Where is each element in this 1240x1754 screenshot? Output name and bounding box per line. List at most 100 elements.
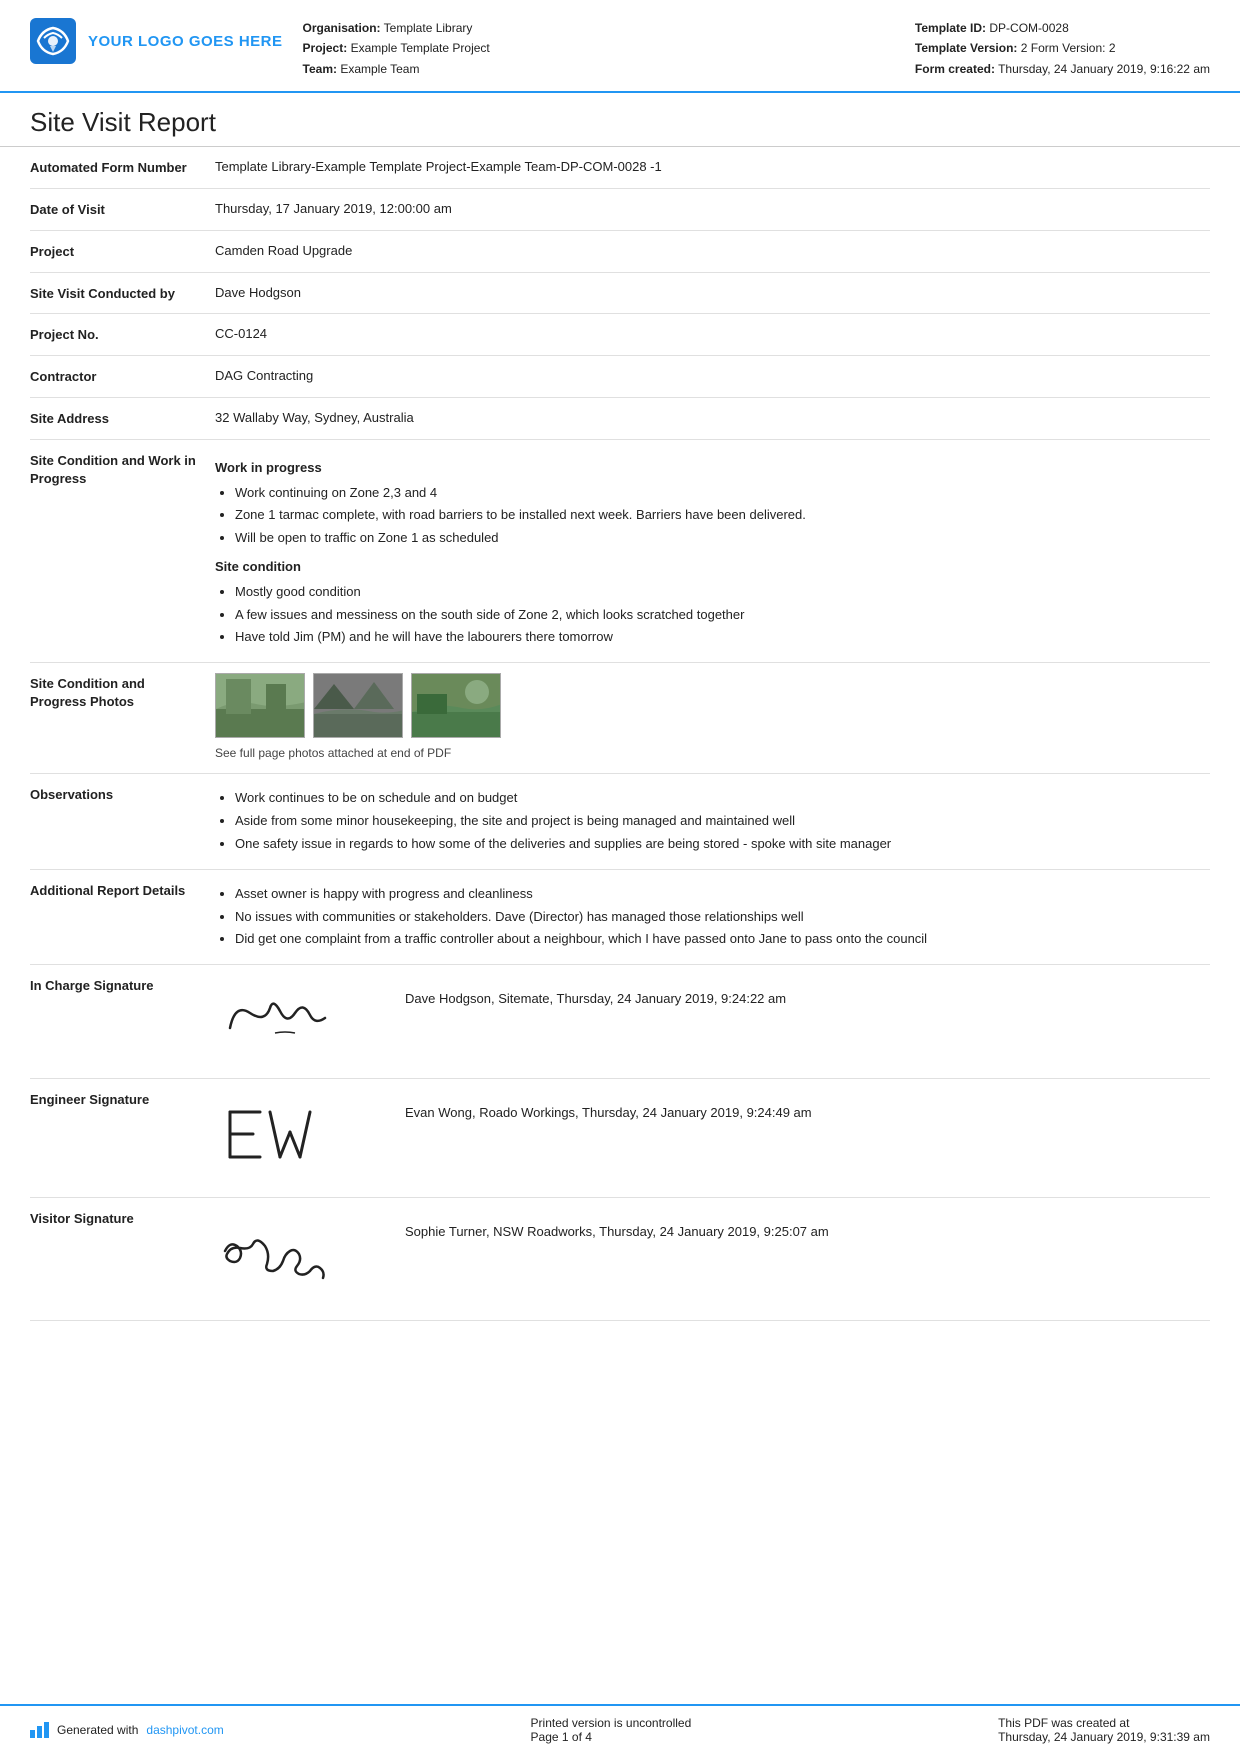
engineer-sig-row: Engineer Signature bbox=[30, 1079, 1210, 1198]
photos-row: Site Condition and Progress Photos bbox=[30, 663, 1210, 774]
bar1 bbox=[30, 1730, 35, 1738]
automated-form-number-value: Template Library-Example Template Projec… bbox=[215, 157, 1210, 178]
photo-thumbnails bbox=[215, 673, 1210, 738]
list-item: One safety issue in regards to how some … bbox=[235, 834, 1210, 855]
page-label: Page bbox=[531, 1730, 562, 1744]
list-item: Asset owner is happy with progress and c… bbox=[235, 884, 1210, 905]
photos-label: Site Condition and Progress Photos bbox=[30, 673, 215, 711]
visitor-sig-image bbox=[215, 1216, 375, 1303]
list-item: A few issues and messiness on the south … bbox=[235, 605, 1210, 626]
in-charge-sig-label: In Charge Signature bbox=[30, 975, 215, 995]
template-version-label: Template Version: bbox=[915, 41, 1017, 55]
engineer-sig-block: Evan Wong, Roado Workings, Thursday, 24 … bbox=[215, 1089, 1210, 1187]
template-version-value: 2 bbox=[1021, 41, 1028, 55]
site-address-row: Site Address 32 Wallaby Way, Sydney, Aus… bbox=[30, 398, 1210, 440]
page-number: Page 1 of 4 bbox=[531, 1730, 692, 1744]
photo-thumbnail-1 bbox=[215, 673, 305, 738]
visitor-sig-text: Sophie Turner, NSW Roadworks, Thursday, … bbox=[405, 1222, 829, 1243]
form-created-label: Form created: bbox=[915, 62, 995, 76]
org-value: Template Library bbox=[384, 21, 473, 35]
list-item: Zone 1 tarmac complete, with road barrie… bbox=[235, 505, 1210, 526]
dashpivot-link[interactable]: dashpivot.com bbox=[146, 1723, 223, 1737]
project-field-label: Project bbox=[30, 241, 215, 261]
header-meta: Organisation: Template Library Project: … bbox=[303, 18, 895, 79]
photo-thumbnail-2 bbox=[313, 673, 403, 738]
photos-caption: See full page photos attached at end of … bbox=[215, 744, 1210, 763]
engineer-sig-text: Evan Wong, Roado Workings, Thursday, 24 … bbox=[405, 1103, 812, 1124]
site-visit-conducted-label: Site Visit Conducted by bbox=[30, 283, 215, 303]
automated-form-number-label: Automated Form Number bbox=[30, 157, 215, 177]
additional-list: Asset owner is happy with progress and c… bbox=[235, 884, 1210, 950]
project-no-label: Project No. bbox=[30, 324, 215, 344]
project-no-value: CC-0124 bbox=[215, 324, 1210, 345]
in-charge-sig-block: Dave Hodgson, Sitemate, Thursday, 24 Jan… bbox=[215, 975, 1210, 1068]
list-item: Work continues to be on schedule and on … bbox=[235, 788, 1210, 809]
dashpivot-icon bbox=[30, 1722, 49, 1738]
engineer-sig-label: Engineer Signature bbox=[30, 1089, 215, 1109]
form-created-value: Thursday, 24 January 2019, 9:16:22 am bbox=[998, 62, 1210, 76]
date-of-visit-label: Date of Visit bbox=[30, 199, 215, 219]
template-id-label: Template ID: bbox=[915, 21, 986, 35]
contractor-label: Contractor bbox=[30, 366, 215, 386]
site-address-label: Site Address bbox=[30, 408, 215, 428]
list-item: No issues with communities or stakeholde… bbox=[235, 907, 1210, 928]
list-item: Aside from some minor housekeeping, the … bbox=[235, 811, 1210, 832]
list-item: Work continuing on Zone 2,3 and 4 bbox=[235, 483, 1210, 504]
additional-report-value: Asset owner is happy with progress and c… bbox=[215, 880, 1210, 954]
site-condition-value: Work in progress Work continuing on Zone… bbox=[215, 450, 1210, 652]
site-address-value: 32 Wallaby Way, Sydney, Australia bbox=[215, 408, 1210, 429]
in-charge-sig-text: Dave Hodgson, Sitemate, Thursday, 24 Jan… bbox=[405, 989, 786, 1010]
site-condition-row: Site Condition and Work in Progress Work… bbox=[30, 440, 1210, 663]
uncontrolled-text: Printed version is uncontrolled bbox=[531, 1716, 692, 1730]
automated-form-number-row: Automated Form Number Template Library-E… bbox=[30, 147, 1210, 189]
footer-logo: Generated with dashpivot.com bbox=[30, 1722, 224, 1738]
project-label: Project: bbox=[303, 41, 348, 55]
page-header: YOUR LOGO GOES HERE Organisation: Templa… bbox=[0, 0, 1240, 93]
form-version-label: Form Version: bbox=[1031, 41, 1106, 55]
observations-value: Work continues to be on schedule and on … bbox=[215, 784, 1210, 858]
engineer-sig-image bbox=[215, 1097, 375, 1179]
page-title: Site Visit Report bbox=[0, 93, 1240, 147]
visitor-sig-label: Visitor Signature bbox=[30, 1208, 215, 1228]
in-charge-sig-value: Dave Hodgson, Sitemate, Thursday, 24 Jan… bbox=[215, 975, 1210, 1068]
date-of-visit-row: Date of Visit Thursday, 17 January 2019,… bbox=[30, 189, 1210, 231]
visitor-sig-row: Visitor Signature Sophie Turner, NSW Roa… bbox=[30, 1198, 1210, 1322]
photos-value: See full page photos attached at end of … bbox=[215, 673, 1210, 763]
pdf-created-value: Thursday, 24 January 2019, 9:31:39 am bbox=[998, 1730, 1210, 1744]
observations-row: Observations Work continues to be on sch… bbox=[30, 774, 1210, 869]
site-condition-heading1: Work in progress bbox=[215, 458, 1210, 479]
project-row: Project Camden Road Upgrade bbox=[30, 231, 1210, 273]
header-right: Template ID: DP-COM-0028 Template Versio… bbox=[915, 18, 1210, 79]
team-value: Example Team bbox=[340, 62, 419, 76]
in-charge-sig-row: In Charge Signature Dave Hodgson, Sitema… bbox=[30, 965, 1210, 1079]
site-condition-list2: Mostly good condition A few issues and m… bbox=[235, 582, 1210, 648]
visitor-sig-block: Sophie Turner, NSW Roadworks, Thursday, … bbox=[215, 1208, 1210, 1311]
list-item: Mostly good condition bbox=[235, 582, 1210, 603]
visitor-sig-value: Sophie Turner, NSW Roadworks, Thursday, … bbox=[215, 1208, 1210, 1311]
logo-area: YOUR LOGO GOES HERE bbox=[30, 18, 283, 64]
site-visit-conducted-row: Site Visit Conducted by Dave Hodgson bbox=[30, 273, 1210, 315]
site-condition-label: Site Condition and Work in Progress bbox=[30, 450, 215, 488]
footer-pdf-info: This PDF was created at Thursday, 24 Jan… bbox=[998, 1716, 1210, 1744]
generated-text: Generated with bbox=[57, 1723, 138, 1737]
logo-text: YOUR LOGO GOES HERE bbox=[88, 33, 283, 50]
page-num: 1 bbox=[562, 1730, 569, 1744]
engineer-sig-value: Evan Wong, Roado Workings, Thursday, 24 … bbox=[215, 1089, 1210, 1187]
project-value: Example Template Project bbox=[351, 41, 490, 55]
project-no-row: Project No. CC-0124 bbox=[30, 314, 1210, 356]
page-of: of 4 bbox=[569, 1730, 592, 1744]
bar2 bbox=[37, 1726, 42, 1738]
in-charge-sig-image bbox=[215, 983, 375, 1060]
observations-label: Observations bbox=[30, 784, 215, 804]
site-visit-conducted-value: Dave Hodgson bbox=[215, 283, 1210, 304]
team-label: Team: bbox=[303, 62, 337, 76]
additional-report-row: Additional Report Details Asset owner is… bbox=[30, 870, 1210, 965]
contractor-value: DAG Contracting bbox=[215, 366, 1210, 387]
form-version-value: 2 bbox=[1109, 41, 1116, 55]
footer-uncontrolled: Printed version is uncontrolled Page 1 o… bbox=[531, 1716, 692, 1744]
org-label: Organisation: bbox=[303, 21, 381, 35]
main-content: Automated Form Number Template Library-E… bbox=[0, 147, 1240, 1321]
site-condition-heading2: Site condition bbox=[215, 557, 1210, 578]
observations-list: Work continues to be on schedule and on … bbox=[235, 788, 1210, 854]
template-id-value: DP-COM-0028 bbox=[989, 21, 1068, 35]
